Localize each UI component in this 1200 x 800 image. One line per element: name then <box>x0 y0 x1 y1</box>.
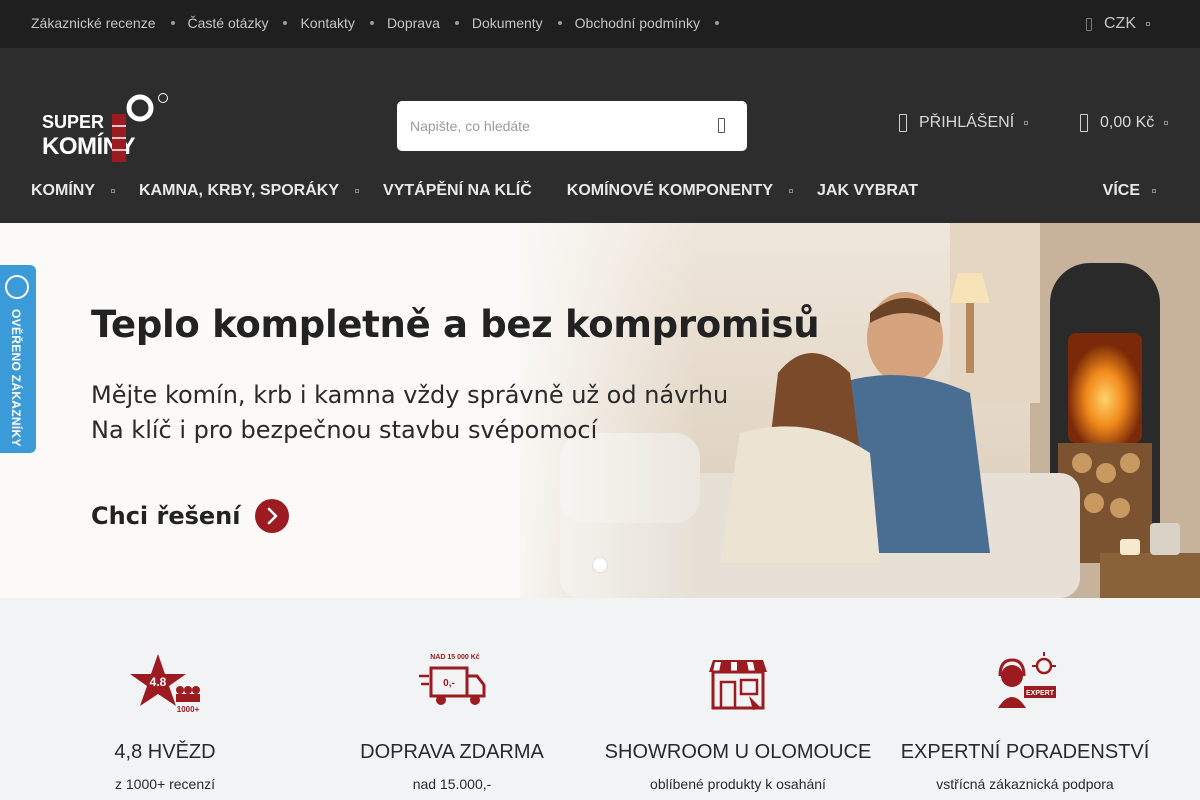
chevron-right-icon <box>254 499 289 533</box>
hero-banner[interactable]: Teplo kompletně a bez kompromisů Mějte k… <box>0 223 1200 598</box>
nav-item-heating-turnkey[interactable]: VYTÁPĚNÍ NA KLÍČ <box>383 182 567 200</box>
slider-dot[interactable] <box>592 557 608 573</box>
nav-item-chimney-components[interactable]: KOMÍNOVÉ KOMPONENTY <box>567 182 817 200</box>
verified-badge[interactable]: OVĚŘENO ZÁKAZNÍKY <box>0 265 36 453</box>
expert-support-icon: EXPERT <box>998 652 1056 708</box>
feature-expert-advice: EXPERT EXPERTNÍ PORADENSTVÍ vstřícná zák… <box>885 650 1165 792</box>
nav-item-label: JAK VYBRAT <box>817 182 919 199</box>
feature-title: SHOWROOM U OLOMOUCE <box>604 741 872 763</box>
cart-button[interactable]: 0,00 Kč <box>1080 114 1169 132</box>
nav-item-label: KAMNA, KRBY, SPORÁKY <box>139 182 340 199</box>
hero-subtitle: Mějte komín, krb i kamna vždy správně už… <box>91 378 728 448</box>
feature-title: 4,8 HVĚZD <box>114 741 216 763</box>
login-label: PŘIHLÁŠENÍ <box>919 114 1015 131</box>
separator-dot <box>714 21 719 25</box>
cta-label: Chci řešení <box>91 502 241 530</box>
delivery-truck-icon: NAD 15 000 Kč 0,- <box>419 654 486 705</box>
top-link-documents[interactable]: Dokumenty <box>472 15 543 31</box>
hero-subtitle-line: Na klíč i pro bezpečnou stavbu svépomocí <box>91 416 598 444</box>
logo-text-top: SUPER <box>42 112 104 132</box>
chevron-down-icon <box>789 189 793 193</box>
chevron-down-icon <box>1164 121 1169 125</box>
feature-subtitle: oblíbené produkty k osahání <box>650 776 826 792</box>
feature-title: DOPRAVA ZDARMA <box>360 741 544 763</box>
separator-dot <box>369 21 374 25</box>
cta-button[interactable]: Chci řešení <box>91 499 289 533</box>
search-icon[interactable] <box>718 118 725 133</box>
logo[interactable]: SUPER KOMÍNY <box>40 92 170 164</box>
top-link-faq[interactable]: Časté otázky <box>188 15 269 31</box>
nav-item-chimneys[interactable]: KOMÍNY <box>31 182 139 200</box>
chevron-down-icon <box>355 189 360 193</box>
header: SUPER KOMÍNY PŘIHLÁŠENÍ 0,00 Kč KOMÍNY K… <box>0 48 1200 223</box>
verified-seal-icon <box>5 275 29 299</box>
chevron-down-icon <box>111 189 115 193</box>
nav-item-stoves[interactable]: KAMNA, KRBY, SPORÁKY <box>139 182 383 200</box>
currency-selector[interactable]: CZK <box>1086 15 1150 33</box>
nav-more-button[interactable]: VÍCE <box>1103 182 1156 200</box>
chevron-down-icon <box>1152 189 1156 193</box>
top-links: Zákaznické recenze Časté otázky Kontakty… <box>31 15 732 31</box>
feature-showroom: SHOWROOM U OLOMOUCE oblíbené produkty k … <box>598 650 878 792</box>
feature-subtitle: nad 15.000,- <box>412 776 492 792</box>
top-link-terms[interactable]: Obchodní podmínky <box>575 15 700 31</box>
hero-title: Teplo kompletně a bez kompromisů <box>91 303 820 346</box>
svg-text:0,-: 0,- <box>443 678 455 689</box>
hero-subtitle-line: Mějte komín, krb i kamna vždy správně už… <box>91 381 729 409</box>
chevron-down-icon <box>1024 121 1029 125</box>
top-link-contacts[interactable]: Kontakty <box>300 15 354 31</box>
verified-badge-label: OVĚŘENO ZÁKAZNÍKY <box>9 309 23 447</box>
chevron-down-icon <box>1146 22 1150 26</box>
feature-subtitle: z 1000+ recenzí <box>114 776 215 792</box>
svg-text:NAD 15 000 Kč: NAD 15 000 Kč <box>430 654 480 661</box>
top-link-reviews[interactable]: Zákaznické recenze <box>31 15 156 31</box>
svg-text:1000+: 1000+ <box>177 705 200 714</box>
currency-label: CZK <box>1104 15 1136 32</box>
feature-rating: 4.8 1000+ 4,8 HVĚZD z 1000+ recenzí <box>25 650 305 792</box>
feature-subtitle: vstřícná zákaznická podpora <box>936 776 1114 792</box>
separator-dot <box>170 21 175 25</box>
nav-item-label: VYTÁPĚNÍ NA KLÍČ <box>383 182 532 199</box>
currency-icon <box>1086 17 1092 31</box>
nav-item-label: KOMÍNOVÉ KOMPONENTY <box>566 182 773 199</box>
svg-text:4.8: 4.8 <box>150 675 167 689</box>
search-input[interactable] <box>397 101 697 151</box>
search-box <box>397 101 747 151</box>
nav-more-label: VÍCE <box>1102 182 1140 199</box>
main-navigation: KOMÍNY KAMNA, KRBY, SPORÁKY VYTÁPĚNÍ NA … <box>31 182 918 200</box>
logo-smoke-icon <box>126 94 154 122</box>
feature-free-shipping: NAD 15 000 Kč 0,- DOPRAVA ZDARMA nad 15.… <box>312 650 592 792</box>
separator-dot <box>283 21 288 25</box>
separator-dot <box>557 21 562 25</box>
registered-mark-icon <box>158 93 168 103</box>
top-link-shipping[interactable]: Doprava <box>387 15 440 31</box>
top-bar: Zákaznické recenze Časté otázky Kontakty… <box>0 0 1200 48</box>
login-button[interactable]: PŘIHLÁŠENÍ <box>899 114 1029 132</box>
showroom-store-icon <box>709 660 767 710</box>
nav-item-how-to-choose[interactable]: JAK VYBRAT <box>817 182 918 200</box>
cart-total: 0,00 Kč <box>1100 114 1155 131</box>
user-icon <box>899 114 907 132</box>
features-row: 4.8 1000+ 4,8 HVĚZD z 1000+ recenzí NAD … <box>0 598 1200 800</box>
nav-item-label: KOMÍNY <box>31 182 95 199</box>
cart-icon <box>1080 114 1088 132</box>
star-rating-icon: 4.8 1000+ <box>130 654 200 714</box>
separator-dot <box>454 21 459 25</box>
svg-text:EXPERT: EXPERT <box>1026 690 1055 697</box>
feature-title: EXPERTNÍ PORADENSTVÍ <box>900 741 1150 763</box>
